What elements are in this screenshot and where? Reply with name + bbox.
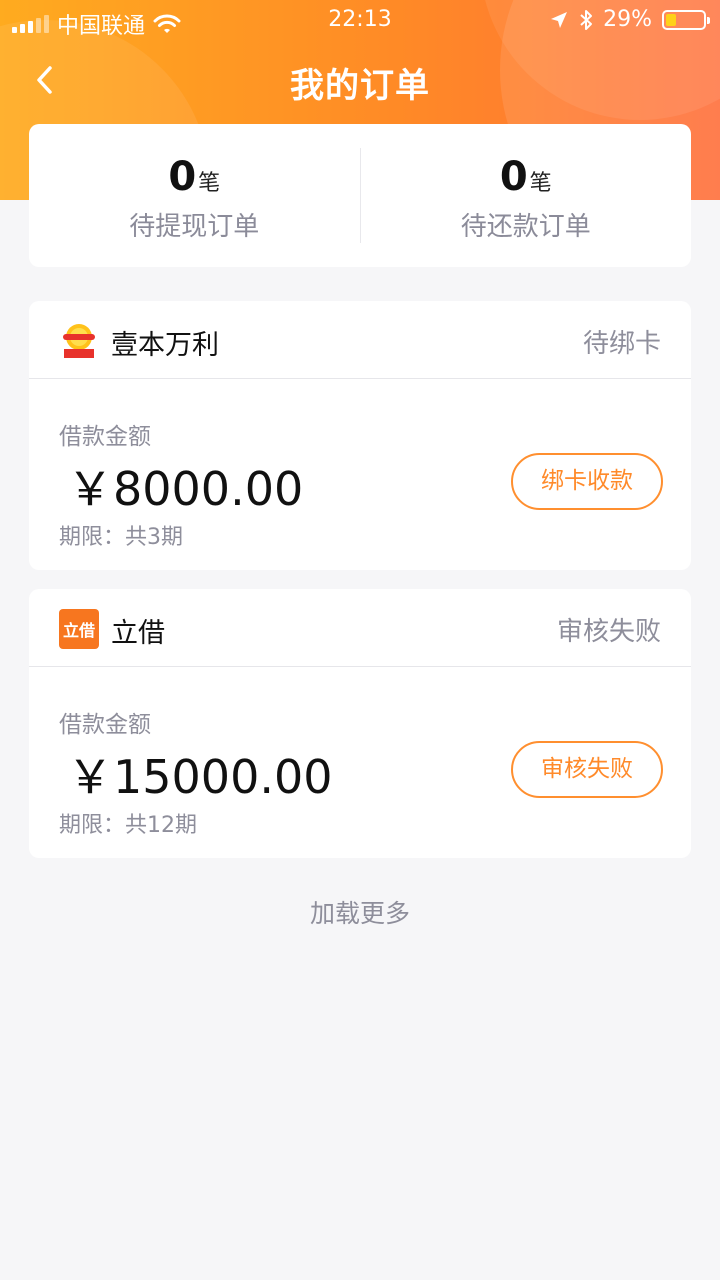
loan-term: 期限：共3期 bbox=[59, 525, 183, 550]
loan-amount: ￥8000.00 bbox=[67, 462, 304, 516]
summary-unit: 笔 bbox=[529, 171, 552, 196]
summary-unit: 笔 bbox=[198, 171, 221, 196]
loan-amount: ￥15000.00 bbox=[67, 750, 333, 804]
load-more-link[interactable]: 加载更多 bbox=[0, 894, 720, 930]
summary-pending-withdraw[interactable]: 0笔 待提现订单 bbox=[29, 124, 360, 267]
amount-label: 借款金额 bbox=[59, 424, 151, 450]
bind-card-button[interactable]: 绑卡收款 bbox=[511, 453, 663, 510]
brand-logo-icon: 立借 bbox=[59, 609, 99, 649]
brand-name: 壹本万利 bbox=[111, 330, 219, 361]
summary-count: 0 bbox=[499, 154, 528, 200]
summary-pending-repay[interactable]: 0笔 待还款订单 bbox=[361, 124, 692, 267]
loan-term: 期限：共12期 bbox=[59, 813, 197, 838]
summary-label: 待提现订单 bbox=[129, 212, 260, 242]
order-summary-card: 0笔 待提现订单 0笔 待还款订单 bbox=[29, 124, 691, 267]
brand-logo-text: 立借 bbox=[62, 621, 95, 640]
order-page: 中国联通 22:13 29% 我的订单 0笔 待提现订单 0笔 待还款订单 壹本… bbox=[0, 0, 720, 1280]
brand-logo-icon bbox=[59, 321, 99, 361]
order-status: 待绑卡 bbox=[582, 329, 661, 359]
amount-label: 借款金额 bbox=[59, 712, 151, 738]
brand-name: 立借 bbox=[111, 618, 165, 649]
summary-label: 待还款订单 bbox=[460, 212, 591, 242]
order-card-body: 借款金额 ￥8000.00 期限：共3期 绑卡收款 bbox=[29, 379, 691, 569]
order-card[interactable]: 立借 立借 审核失败 借款金额 ￥15000.00 期限：共12期 审核失败 bbox=[29, 589, 691, 858]
location-arrow-icon bbox=[551, 11, 568, 28]
order-card-body: 借款金额 ￥15000.00 期限：共12期 审核失败 bbox=[29, 667, 691, 857]
order-card-header: 立借 立借 审核失败 bbox=[29, 589, 691, 667]
bluetooth-icon bbox=[580, 9, 593, 30]
order-status: 审核失败 bbox=[556, 617, 661, 647]
order-card[interactable]: 壹本万利 待绑卡 借款金额 ￥8000.00 期限：共3期 绑卡收款 bbox=[29, 301, 691, 570]
nav-bar: 我的订单 bbox=[0, 44, 720, 116]
page-title: 我的订单 bbox=[290, 66, 430, 106]
battery-percent: 29% bbox=[603, 7, 652, 32]
summary-count: 0 bbox=[168, 154, 197, 200]
status-bar: 中国联通 22:13 29% bbox=[0, 0, 720, 40]
order-card-header: 壹本万利 待绑卡 bbox=[29, 301, 691, 379]
review-failed-button[interactable]: 审核失败 bbox=[511, 741, 663, 798]
battery-icon bbox=[662, 9, 710, 30]
